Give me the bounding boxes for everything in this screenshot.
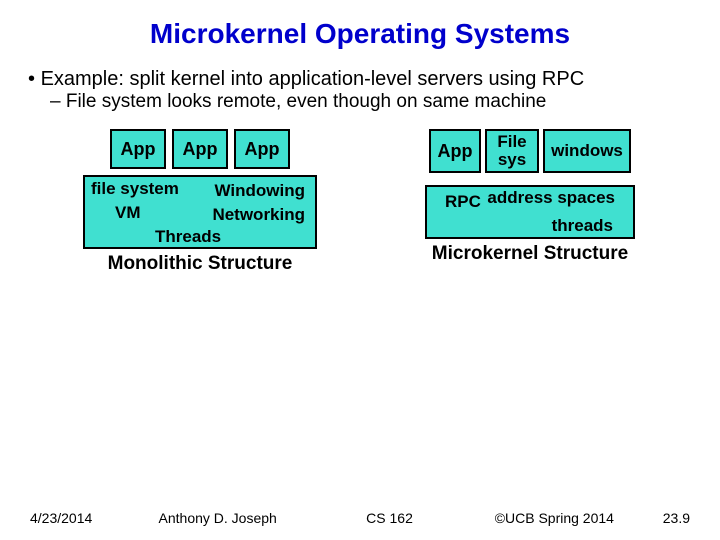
micro-kernel-box: RPC address spaces threads <box>425 185 635 239</box>
mono-caption: Monolithic Structure <box>108 253 293 275</box>
mono-app-box: App <box>172 129 228 169</box>
slide-footer: 4/23/2014 Anthony D. Joseph CS 162 ©UCB … <box>0 510 720 526</box>
mono-app-box: App <box>234 129 290 169</box>
mono-app-row: App App App <box>110 129 290 169</box>
micro-kernel-threads: threads <box>552 217 613 235</box>
micro-kernel-addrspaces: address spaces <box>487 189 615 207</box>
mono-app-box: App <box>110 129 166 169</box>
micro-caption: Microkernel Structure <box>432 243 628 265</box>
microkernel-column: App File sys windows RPC address spaces … <box>380 129 680 275</box>
mono-kernel-vm: VM <box>115 203 141 223</box>
diagram-area: App App App file system Windowing VM Net… <box>0 113 720 275</box>
mono-kernel-net: Networking <box>212 205 305 225</box>
micro-kernel-rpc: RPC <box>445 193 481 211</box>
bullet-main: Example: split kernel into application-l… <box>28 68 692 91</box>
bullet-sub: File system looks remote, even though on… <box>28 91 692 113</box>
micro-server-row: App File sys windows <box>429 129 631 173</box>
footer-page: 23.9 <box>663 510 690 526</box>
footer-course: CS 162 <box>366 510 495 526</box>
micro-filesys-box: File sys <box>485 129 539 173</box>
monolithic-column: App App App file system Windowing VM Net… <box>60 129 340 275</box>
micro-windows-box: windows <box>543 129 631 173</box>
mono-kernel-win: Windowing <box>215 181 306 201</box>
mono-kernel-fs: file system <box>91 179 179 199</box>
bullet-list: Example: split kernel into application-l… <box>0 50 720 113</box>
mono-kernel-thr: Threads <box>155 227 221 247</box>
micro-app-box: App <box>429 129 481 173</box>
footer-author: Anthony D. Joseph <box>159 510 367 526</box>
slide-title: Microkernel Operating Systems <box>0 0 720 50</box>
footer-copyright: ©UCB Spring 2014 <box>495 510 663 526</box>
mono-kernel-box: file system Windowing VM Networking Thre… <box>83 175 317 249</box>
footer-date: 4/23/2014 <box>30 510 159 526</box>
